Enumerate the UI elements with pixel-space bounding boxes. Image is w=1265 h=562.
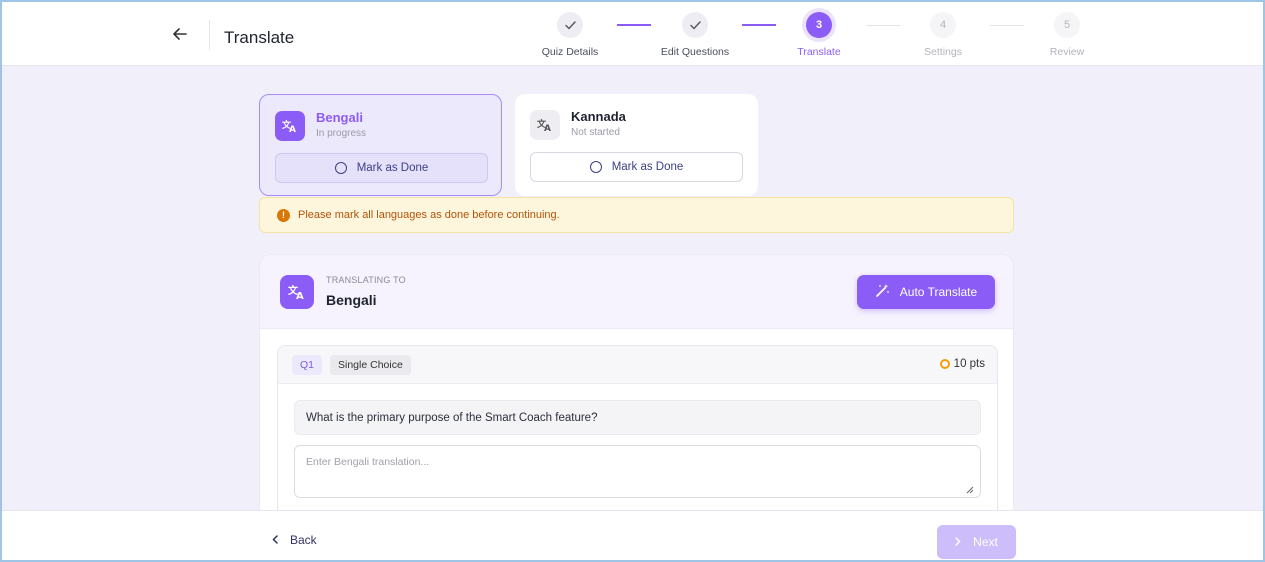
question-points: 10 pts xyxy=(939,358,985,370)
question-header: Q1 Single Choice 10 pts xyxy=(278,346,997,384)
info-icon: ! xyxy=(277,208,290,222)
mark-as-done-label: Mark as Done xyxy=(611,161,684,173)
back-label: Back xyxy=(290,533,317,547)
step-2-label: Edit Questions xyxy=(660,46,730,58)
mark-as-done-button[interactable]: Mark as Done xyxy=(530,152,743,182)
translate-icon: 文A xyxy=(275,111,305,141)
step-5-label: Review xyxy=(1049,46,1085,58)
auto-translate-label: Auto Translate xyxy=(899,285,978,299)
circle-icon xyxy=(589,161,602,173)
mark-as-done-button[interactable]: Mark as Done xyxy=(275,153,488,183)
back-arrow-icon[interactable] xyxy=(170,24,190,44)
translation-panel-header: 文A TRANSLATING TO Bengali Auto Translate xyxy=(260,255,1013,329)
mark-as-done-label: Mark as Done xyxy=(356,162,429,174)
top-header: Translate Quiz Details Edit Questions 3 … xyxy=(0,0,1265,66)
question-text: What is the primary purpose of the Smart… xyxy=(294,400,981,435)
svg-text:A: A xyxy=(544,124,551,132)
next-button[interactable]: Next xyxy=(937,525,1016,559)
step-3-label: Translate xyxy=(797,46,841,58)
warning-text: Please mark all languages as done before… xyxy=(298,209,560,221)
language-card-kannada[interactable]: 文A Kannada Not started Mark as Done xyxy=(515,94,758,196)
step-connector-3 xyxy=(866,25,900,26)
resize-handle-icon[interactable] xyxy=(966,486,974,494)
svg-text:A: A xyxy=(289,125,296,133)
question-type-badge: Single Choice xyxy=(330,355,411,375)
step-connector-2 xyxy=(742,24,776,26)
magic-wand-icon xyxy=(875,283,890,301)
step-2-check-icon[interactable] xyxy=(682,12,708,38)
translation-input[interactable] xyxy=(294,445,981,498)
step-5-number[interactable]: 5 xyxy=(1054,12,1080,38)
svg-text:A: A xyxy=(296,291,304,300)
page-title: Translate xyxy=(224,28,295,47)
next-label: Next xyxy=(973,535,998,549)
chevron-left-icon xyxy=(272,533,278,547)
step-1-label: Quiz Details xyxy=(541,46,599,58)
language-status: Not started xyxy=(571,127,620,138)
translating-language: Bengali xyxy=(326,292,377,308)
language-status: In progress xyxy=(316,128,367,139)
question-number-badge: Q1 xyxy=(292,355,323,375)
translate-icon: 文A xyxy=(280,275,314,309)
header-divider xyxy=(209,20,210,50)
points-value: 10 pts xyxy=(953,358,985,370)
step-connector-4 xyxy=(990,25,1024,26)
points-icon xyxy=(939,359,950,369)
chevron-right-icon xyxy=(955,535,961,549)
step-1-check-icon[interactable] xyxy=(557,12,583,38)
circle-icon xyxy=(334,162,347,174)
translate-icon: 文A xyxy=(530,110,560,140)
step-3-number[interactable]: 3 xyxy=(806,12,832,38)
language-name: Kannada xyxy=(571,109,626,124)
translating-to-caption: TRANSLATING TO xyxy=(326,275,406,285)
auto-translate-button[interactable]: Auto Translate xyxy=(857,275,995,309)
language-card-bengali[interactable]: 文A Bengali In progress Mark as Done xyxy=(259,94,502,196)
footer-bar: Back Next xyxy=(0,510,1265,562)
language-name: Bengali xyxy=(316,110,363,125)
step-connector-1 xyxy=(617,24,651,26)
back-button[interactable]: Back xyxy=(272,533,317,547)
step-4-label: Settings xyxy=(924,46,962,58)
warning-banner: ! Please mark all languages as done befo… xyxy=(259,197,1014,233)
step-4-number[interactable]: 4 xyxy=(930,12,956,38)
